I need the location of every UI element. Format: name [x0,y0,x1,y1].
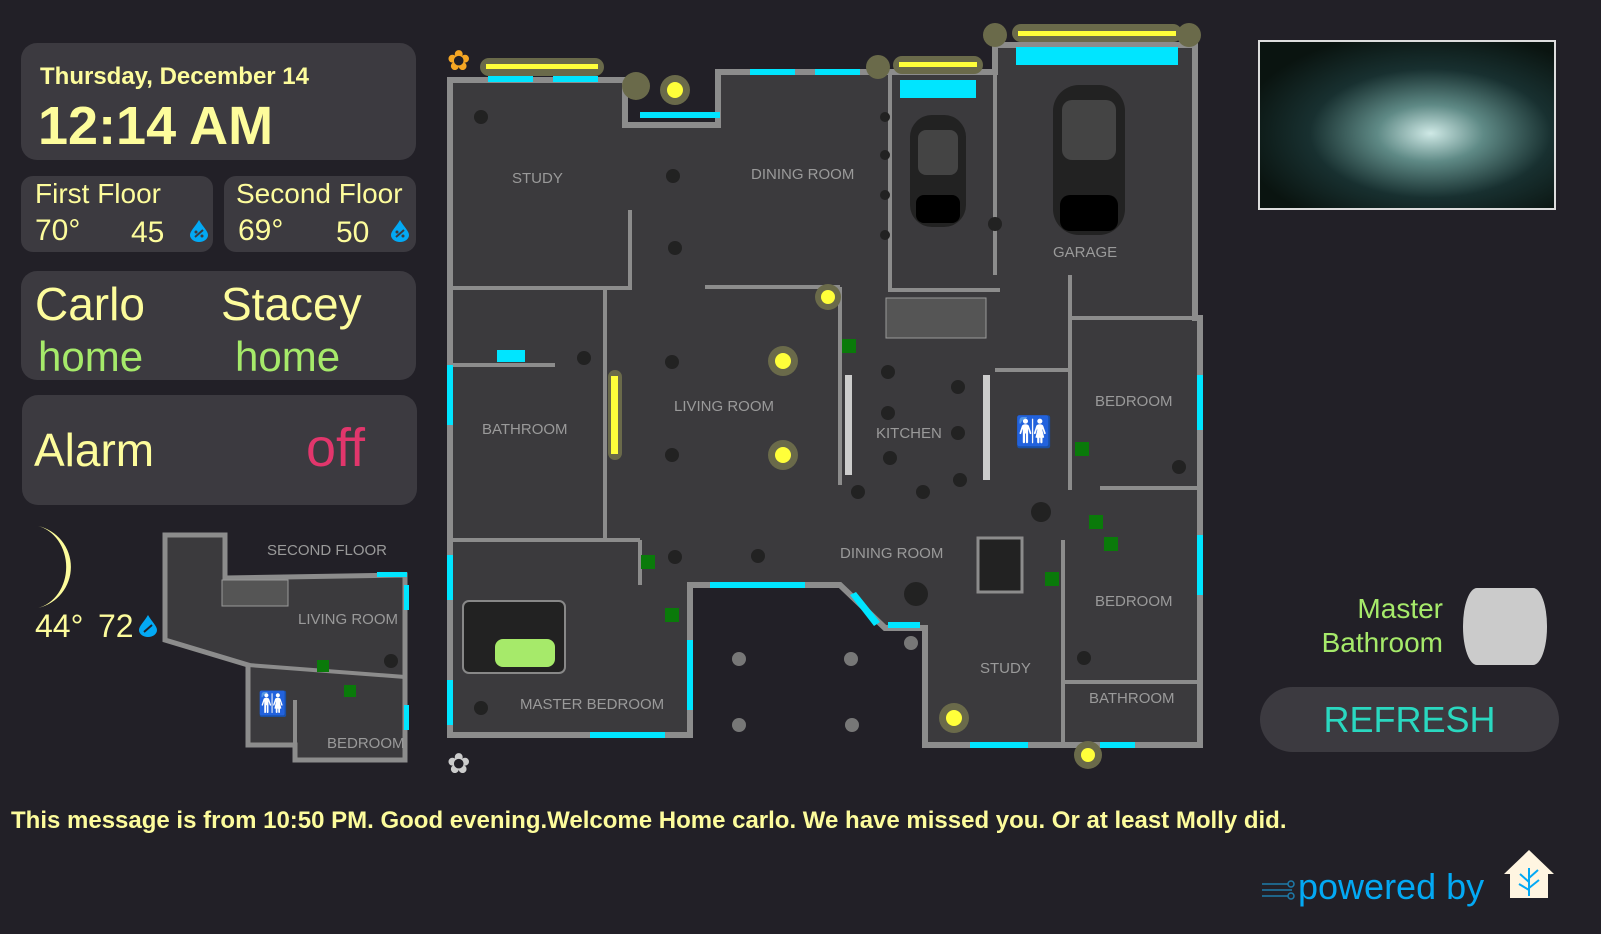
refresh-label: REFRESH [1323,699,1496,740]
second-floor-plan: 🚻 SECOND FLOOR LIVING ROOM BEDROOM [162,532,409,763]
room-label: KITCHEN [876,425,942,442]
room-label: STUDY [512,170,563,187]
powered-by-text: powered by [1298,866,1485,907]
label-line: Master [1357,593,1443,624]
room-label: BEDROOM [1095,593,1173,610]
room-label: LIVING ROOM [674,398,774,415]
restroom-icon: 🚻 [258,690,288,718]
message-text: This message is from 10:50 PM. Good even… [11,807,1287,834]
room-label: DINING ROOM [751,166,854,183]
stairs-icon [221,579,289,607]
car-icon [910,115,966,227]
camera-feed[interactable] [1258,40,1556,210]
master-bathroom-light-toggle[interactable] [1463,588,1547,665]
home-assistant-logo [1504,850,1554,898]
first-floor-plan: 🚻 STUDY DINING ROOM GARAGE BATHROOM LIVI… [447,23,1203,779]
stairs-icon [885,297,987,339]
motion-sensor-icon[interactable] [344,685,356,697]
room-label: STUDY [980,660,1031,677]
restroom-icon: 🚻 [1015,414,1052,449]
room-label: BEDROOM [1095,393,1173,410]
light-switch-label: Master Bathroom [1300,592,1443,660]
room-label: MASTER BEDROOM [520,696,664,713]
flower-icon: ✿ [447,45,470,76]
room-label: DINING ROOM [840,545,943,562]
outdoor-lights[interactable] [732,636,918,732]
label-line: Bathroom [1321,627,1443,658]
flower-icon: ✿ [447,748,470,779]
light-icon[interactable] [384,654,398,668]
room-label: BATHROOM [482,421,568,438]
room-label: BATHROOM [1089,690,1175,707]
second-floor-title: SECOND FLOOR [267,542,387,559]
bed-icon [462,600,566,674]
room-label: LIVING ROOM [298,611,398,628]
car-icon [1053,85,1125,235]
room-label: GARAGE [1053,244,1117,261]
circuit-icon [1262,880,1295,900]
motion-sensor-icon[interactable] [317,660,329,672]
refresh-button[interactable]: REFRESH [1260,687,1559,752]
room-label: BEDROOM [327,735,405,752]
